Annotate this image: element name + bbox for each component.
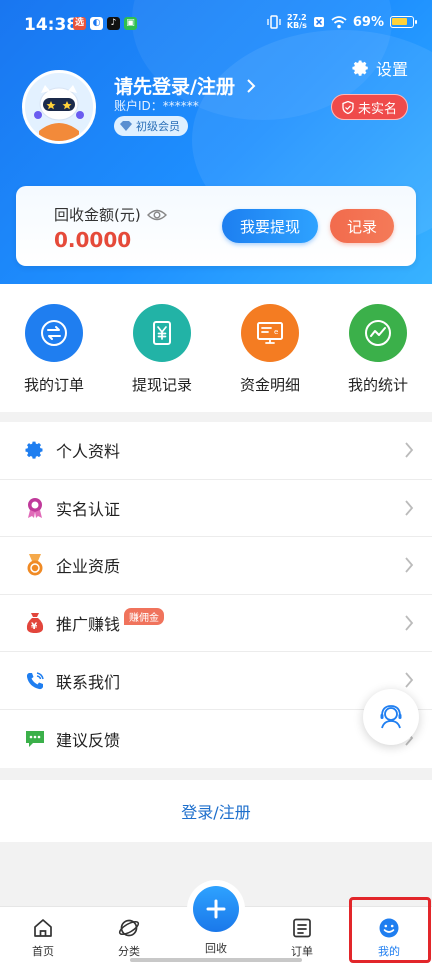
- quick-label: 我的订单: [23, 376, 84, 394]
- medal-icon: [24, 554, 46, 576]
- login-register-link[interactable]: 登录/注册: [181, 799, 250, 823]
- avatar[interactable]: [22, 70, 96, 144]
- menu-label: 建议反馈: [56, 730, 121, 750]
- menu-label: 联系我们: [56, 672, 121, 692]
- quick-fund-details[interactable]: e 资金明细: [216, 284, 324, 412]
- tab-orders[interactable]: 订单: [259, 907, 345, 964]
- quick-label: 提现记录: [131, 376, 192, 394]
- settings-button[interactable]: 设置: [352, 56, 408, 80]
- plus-icon: [193, 886, 239, 932]
- login-register-title[interactable]: 请先登录/注册: [114, 72, 256, 99]
- message-icon: [24, 728, 46, 750]
- app-notification-icon: ◐: [90, 17, 103, 30]
- app-notification-icon: 选: [73, 17, 86, 30]
- quick-withdraw-records[interactable]: 提现记录: [108, 284, 216, 412]
- settings-label: 设置: [375, 60, 408, 79]
- yuan-receipt-icon: [133, 304, 191, 362]
- tab-mine-highlight: [349, 897, 431, 963]
- menu-label: 推广赚钱: [56, 615, 121, 635]
- net-speed: 27.2 KB/s: [287, 14, 307, 30]
- tab-recycle-label: 回收: [205, 942, 227, 955]
- badge-icon: [24, 497, 46, 519]
- exchange-icon: [25, 304, 83, 362]
- tab-category[interactable]: 分类: [86, 907, 172, 964]
- tiktok-icon: ♪: [107, 17, 120, 30]
- headset-agent-icon: [380, 705, 402, 729]
- gear-icon: [24, 439, 46, 461]
- recycle-amount-label-text: 回收金额(元): [54, 206, 141, 224]
- chart-line-icon: [349, 304, 407, 362]
- order-list-icon: [290, 916, 314, 940]
- status-bar: 14:38 选 ◐ ♪ ▣ 27.2 KB/s 69%: [0, 0, 432, 48]
- status-right-group: 27.2 KB/s 69%: [267, 14, 417, 30]
- recycle-amount-value: 0.0000: [54, 228, 132, 252]
- quick-my-stats[interactable]: 我的统计: [324, 284, 432, 412]
- tab-home[interactable]: 首页: [0, 907, 86, 964]
- quick-label: 我的统计: [347, 376, 408, 394]
- phone-icon: [24, 670, 46, 692]
- net-speed-unit: KB/s: [286, 21, 307, 30]
- home-indicator: [130, 958, 302, 962]
- profile-header: 14:38 选 ◐ ♪ ▣ 27.2 KB/s 69% 设置 请先登录/注册 账…: [0, 0, 432, 284]
- status-notification-icons: 选 ◐ ♪ ▣: [73, 17, 137, 30]
- menu-item-enterprise-qualification[interactable]: 企业资质: [0, 537, 432, 595]
- home-icon: [31, 916, 55, 940]
- record-button[interactable]: 记录: [330, 209, 394, 243]
- account-id: 账户ID：******: [114, 99, 199, 113]
- shield-icon: [342, 100, 354, 114]
- login-register-bar: 登录/注册: [0, 780, 432, 842]
- recycle-amount-card: 回收金额(元) 0.0000 我要提现 记录: [16, 186, 416, 266]
- vibrate-icon: [267, 15, 281, 29]
- svg-text:e: e: [274, 328, 278, 336]
- member-level-badge: 初级会员: [114, 116, 188, 136]
- menu-label: 企业资质: [56, 557, 121, 577]
- battery-percent: 69%: [352, 14, 384, 30]
- verify-status-text: 未实名: [357, 101, 397, 117]
- chevron-right-icon: [405, 557, 414, 573]
- no-sim-icon: [313, 17, 324, 27]
- battery-icon: [390, 16, 417, 28]
- monitor-icon: e: [241, 304, 299, 362]
- tab-recycle[interactable]: [187, 880, 245, 938]
- eye-icon[interactable]: [146, 208, 167, 222]
- money-bag-icon: ¥: [24, 612, 46, 634]
- earn-commission-badge: 赚佣金: [124, 607, 165, 625]
- wifi-icon: [331, 15, 347, 28]
- login-title-text: 请先登录/注册: [114, 76, 235, 98]
- status-time: 14:38: [24, 15, 79, 35]
- menu-item-promotion[interactable]: ¥ 推广赚钱 赚佣金: [0, 595, 432, 653]
- app-notification-icon: ▣: [124, 17, 137, 30]
- chevron-right-icon: [405, 500, 414, 516]
- quick-actions: 我的订单 提现记录 e 资金明细 我的统计: [0, 284, 432, 412]
- recycle-amount-label: 回收金额(元): [54, 204, 167, 225]
- customer-service-button[interactable]: [363, 689, 419, 745]
- menu-item-profile[interactable]: 个人资料: [0, 422, 432, 480]
- chevron-right-icon: [405, 615, 414, 631]
- tab-label: 订单: [291, 945, 313, 958]
- withdraw-button[interactable]: 我要提现: [222, 209, 318, 243]
- chevron-right-icon: [405, 442, 414, 458]
- chevron-right-icon: [246, 79, 255, 93]
- menu-label: 实名认证: [56, 499, 121, 519]
- tab-label: 分类: [118, 945, 140, 958]
- member-level-text: 初级会员: [136, 120, 180, 133]
- diamond-icon: [120, 121, 132, 131]
- quick-my-orders[interactable]: 我的订单: [0, 284, 108, 412]
- tab-label: 首页: [32, 945, 54, 958]
- chevron-right-icon: [405, 672, 414, 688]
- robot-avatar-icon: [25, 73, 93, 141]
- svg-text:¥: ¥: [31, 622, 38, 632]
- quick-label: 资金明细: [239, 376, 300, 394]
- menu-label: 个人资料: [56, 442, 121, 462]
- menu-item-real-name-verification[interactable]: 实名认证: [0, 480, 432, 538]
- gear-icon: [352, 60, 368, 76]
- verify-status-badge[interactable]: 未实名: [330, 94, 408, 120]
- planet-icon: [117, 916, 141, 940]
